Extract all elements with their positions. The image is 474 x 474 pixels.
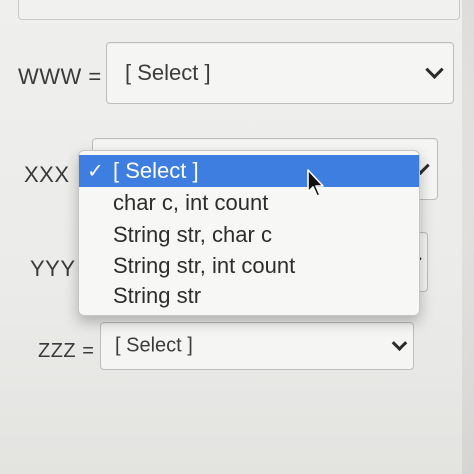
chevron-down-icon — [391, 335, 408, 352]
mouse-pointer-icon — [307, 169, 324, 197]
www-select[interactable]: [ Select ] — [106, 42, 454, 104]
checkmark-icon: ✓ — [87, 160, 104, 183]
dropdown-option[interactable]: String str, int count — [79, 250, 419, 282]
zzz-select[interactable]: [ Select ] — [100, 322, 414, 370]
dropdown-option-select[interactable]: ✓ [ Select ] — [79, 155, 419, 187]
xxx-dropdown-menu: ✓ [ Select ] char c, int count String st… — [78, 150, 420, 316]
dropdown-option[interactable]: char c, int count — [79, 187, 419, 219]
previous-field-box — [18, 0, 460, 20]
dropdown-option[interactable]: String str — [79, 280, 419, 312]
chevron-down-icon — [425, 60, 444, 79]
zzz-label: ZZZ = — [38, 340, 95, 362]
zzz-select-value: [ Select ] — [115, 334, 193, 357]
xxx-label: XXX — [24, 162, 70, 187]
www-label: WWW = — [18, 64, 102, 89]
dropdown-option[interactable]: String str, char c — [79, 219, 419, 251]
www-select-value: [ Select ] — [125, 60, 211, 85]
form-panel: WWW = [ Select ] XXX YYY = ZZZ = [ Selec… — [0, 0, 462, 474]
